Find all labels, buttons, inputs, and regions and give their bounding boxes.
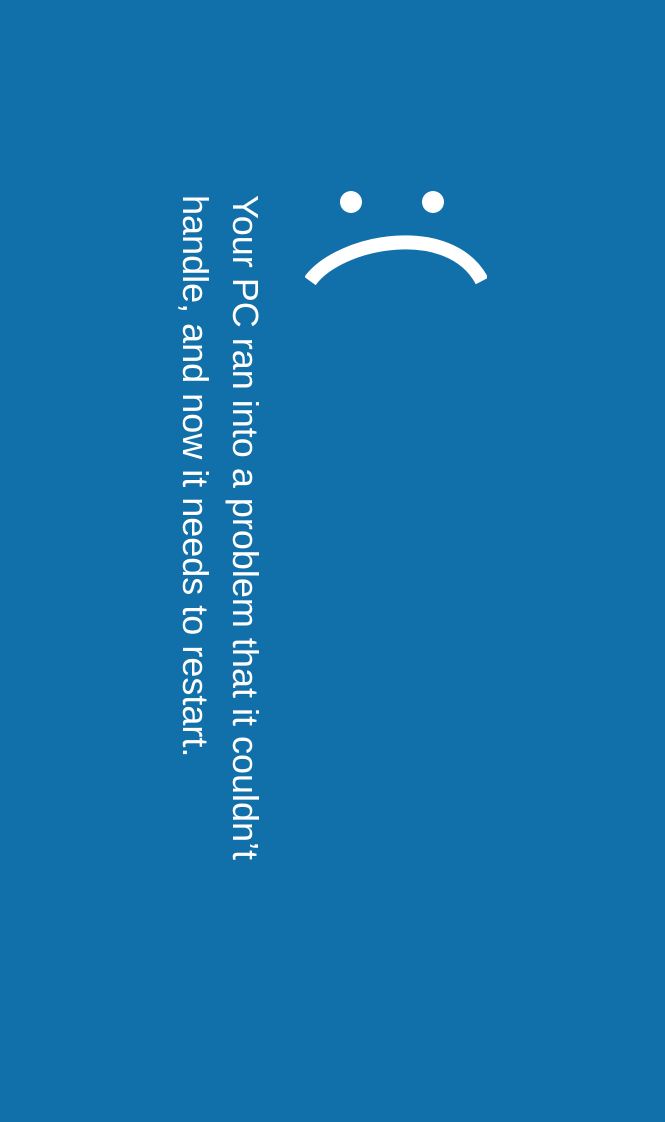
sad-face-icon <box>305 191 487 286</box>
sad-face-mouth <box>305 235 487 286</box>
sad-face-eye-left <box>340 191 362 213</box>
error-message: Your PC ran into a problem that it could… <box>175 195 270 925</box>
blue-screen-error: Your PC ran into a problem that it could… <box>0 0 665 1122</box>
error-message-line-1: Your PC ran into a problem that it could… <box>225 195 266 861</box>
sad-face-eye-right <box>422 191 444 213</box>
error-message-line-2: handle, and now it needs to restart. <box>175 195 216 758</box>
